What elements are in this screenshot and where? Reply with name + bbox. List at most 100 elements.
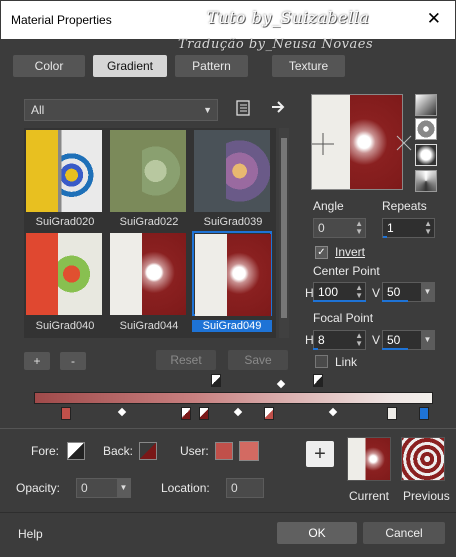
center-point-crosshair-icon[interactable] [312,133,334,155]
location-input[interactable]: 0 [226,478,264,498]
color-stop-marker-selected[interactable] [419,407,429,420]
gradient-thumb[interactable] [25,129,105,214]
opacity-label: Opacity: [16,481,61,495]
spin-arrows-icon[interactable]: ▲ ▼ [355,332,363,348]
color-stop-marker[interactable] [61,407,71,420]
focal-point-label: Focal Point [313,311,374,325]
repeats-input[interactable]: 1 ▲ ▼ [382,218,435,238]
divider [0,512,456,513]
color-stop-marker[interactable] [181,407,191,420]
gradient-thumb[interactable] [109,129,189,214]
window-title: Material Properties [11,13,112,27]
tab-gradient[interactable]: Gradient [93,55,167,77]
repeats-label: Repeats [382,199,427,213]
center-v-slider[interactable] [382,300,408,302]
gradient-thumb-label: SuiGrad022 [119,216,179,228]
color-stop-marker[interactable] [387,407,397,420]
category-value: All [31,103,45,117]
gradient-preview-image [194,130,270,212]
chevron-down-icon: ▼ [203,105,212,115]
gradient-thumb-label: SuiGrad049 [192,320,272,332]
angle-input[interactable]: 0 ▲ ▼ [313,218,366,238]
gradient-thumb[interactable] [25,232,105,317]
fore-label: Fore: [31,444,60,458]
gradient-preview[interactable] [311,94,403,190]
gradient-thumb-label: SuiGrad044 [119,320,179,332]
focal-point-x-icon[interactable] [395,134,413,152]
repeats-value: 1 [387,221,394,235]
fore-swatch[interactable] [67,442,85,460]
current-material-swatch[interactable] [347,437,391,481]
category-select[interactable]: All ▼ [24,99,218,121]
gradient-thumb-label: SuiGrad020 [35,216,95,228]
color-stop-marker[interactable] [264,407,274,420]
focal-v-label: V [372,333,381,347]
library-scrollbar[interactable] [279,128,289,338]
transparency-stop-marker[interactable] [313,374,323,387]
center-v-input[interactable]: 50 ▼ [382,282,435,302]
tab-color[interactable]: Color [13,55,85,77]
chevron-down-icon[interactable]: ▼ [117,479,130,497]
scrollbar-thumb[interactable] [281,138,287,318]
center-h-slider[interactable] [313,300,366,302]
remove-gradient-button[interactable]: - [60,352,86,370]
ok-button[interactable]: OK [277,522,357,544]
divider [0,428,456,429]
center-h-input[interactable]: 100 ▲ ▼ [313,282,366,302]
back-swatch[interactable] [139,442,157,460]
sunburst-style-button[interactable] [415,170,437,192]
close-icon[interactable]: ✕ [427,10,441,27]
chevron-down-icon[interactable]: ▼ [421,331,434,349]
spin-arrows-icon[interactable]: ▲ ▼ [355,284,363,300]
gradient-preview-image [26,233,102,315]
rectangular-style-button[interactable] [415,118,437,140]
opacity-input[interactable]: 0 ▼ [76,478,131,498]
linear-style-button[interactable] [415,94,437,116]
gradient-preview-image [110,233,186,315]
gradient-thumb-selected[interactable] [192,231,272,316]
radial-style-button[interactable] [415,144,437,166]
gradient-thumb[interactable] [109,232,189,317]
user-label: User: [180,444,209,458]
tab-texture[interactable]: Texture [272,55,345,77]
angle-label: Angle [313,199,344,213]
gradient-thumb-label: SuiGrad040 [35,320,95,332]
spin-arrows-icon[interactable]: ▲ ▼ [424,220,432,236]
transparency-stop-marker[interactable] [211,374,221,387]
save-button[interactable]: Save [228,350,288,370]
focal-h-slider[interactable] [313,348,318,350]
invert-checkbox[interactable]: ✓ [315,246,328,259]
user-swatch-alt[interactable] [239,441,259,461]
gradient-bar[interactable] [34,392,433,404]
color-stop-marker[interactable] [199,407,209,420]
help-link[interactable]: Help [18,527,43,541]
add-to-swatches-button[interactable]: + [306,441,334,467]
current-label: Current [349,489,390,503]
reset-button[interactable]: Reset [156,350,216,370]
gradient-preview-image [195,234,271,316]
gradient-thumb[interactable] [193,129,273,214]
chevron-down-icon[interactable]: ▼ [421,283,434,301]
add-gradient-button[interactable]: + [24,352,50,370]
focal-h-input[interactable]: 8 ▲ ▼ [313,330,366,350]
user-swatch[interactable] [215,442,233,460]
center-point-label: Center Point [313,264,380,278]
gradient-preview-image [110,130,186,212]
arrow-right-icon[interactable] [270,99,286,117]
link-checkbox[interactable] [315,355,328,368]
invert-label: Invert [335,245,366,259]
spin-arrows-icon[interactable]: ▲ ▼ [355,220,363,236]
focal-v-slider[interactable] [382,348,408,350]
gradient-thumb-label: SuiGrad039 [203,216,263,228]
opacity-value: 0 [81,481,88,495]
center-v-label: V [372,286,381,300]
library-menu-icon[interactable] [236,99,252,117]
focal-v-input[interactable]: 50 ▼ [382,330,435,350]
focal-v-value: 50 [387,333,401,347]
angle-value: 0 [318,221,325,235]
tab-pattern[interactable]: Pattern [175,55,248,77]
repeats-slider[interactable] [383,236,387,238]
location-value: 0 [231,481,238,495]
previous-material-swatch[interactable] [401,437,445,481]
cancel-button[interactable]: Cancel [363,522,445,544]
